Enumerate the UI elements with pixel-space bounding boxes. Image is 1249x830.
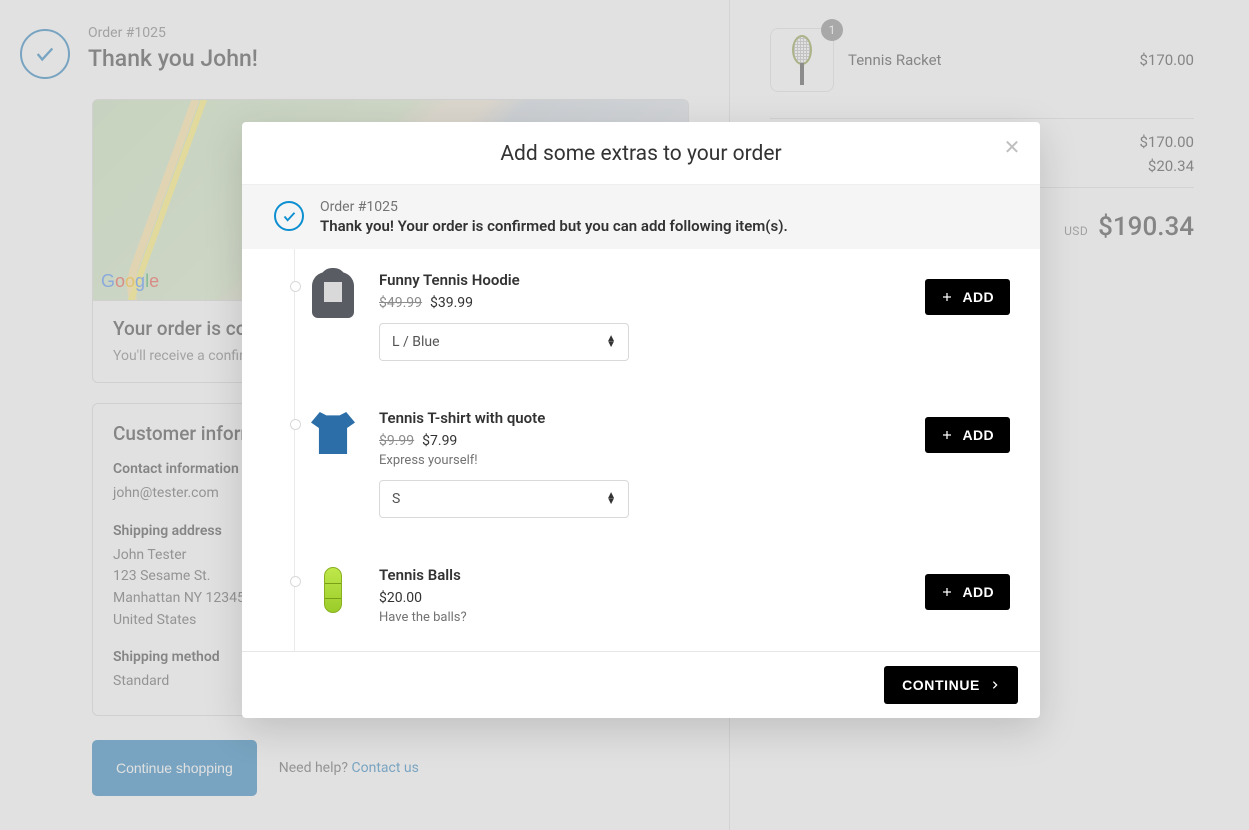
upsell-name: Tennis Balls — [379, 566, 903, 584]
upsell-thumb — [309, 566, 357, 614]
upsell-item: Funny Tennis Hoodie $49.99 $39.99 L / Bl… — [294, 249, 1040, 387]
upsell-caption: Have the balls? — [379, 610, 903, 625]
upsell-name: Tennis T-shirt with quote — [379, 409, 903, 427]
variant-select[interactable]: L / Blue ▲▼ — [379, 323, 629, 361]
modal-confirm-message: Thank you! Your order is confirmed but y… — [320, 217, 788, 235]
upsell-old-price: $49.99 — [379, 295, 422, 311]
upsell-thumb — [309, 409, 357, 457]
continue-button[interactable]: CONTINUE — [884, 666, 1018, 704]
add-button[interactable]: ADD — [925, 279, 1010, 315]
modal-title: Add some extras to your order — [270, 142, 1012, 166]
close-icon[interactable]: ✕ — [1000, 136, 1024, 160]
upsell-old-price: $9.99 — [379, 433, 414, 449]
upsell-name: Funny Tennis Hoodie — [379, 271, 903, 289]
upsell-caption: Express yourself! — [379, 453, 903, 468]
upsell-thumb — [309, 271, 357, 319]
upsell-item: Tennis Balls $20.00 Have the balls? ADD — [294, 544, 1040, 651]
add-button[interactable]: ADD — [925, 574, 1010, 610]
modal-order-number: Order #1025 — [320, 199, 788, 215]
variant-value: S — [392, 491, 400, 507]
upsell-modal: Add some extras to your order ✕ Order #1… — [242, 122, 1040, 718]
select-chevrons-icon: ▲▼ — [606, 493, 616, 505]
variant-select[interactable]: S ▲▼ — [379, 480, 629, 518]
variant-value: L / Blue — [392, 334, 440, 350]
upsell-item: Tennis T-shirt with quote $9.99 $7.99 Ex… — [294, 387, 1040, 544]
select-chevrons-icon: ▲▼ — [606, 336, 616, 348]
upsell-price: $20.00 — [379, 590, 422, 606]
check-circle-icon — [274, 201, 304, 231]
upsell-price: $39.99 — [430, 295, 473, 311]
add-button[interactable]: ADD — [925, 417, 1010, 453]
upsell-price: $7.99 — [422, 433, 457, 449]
